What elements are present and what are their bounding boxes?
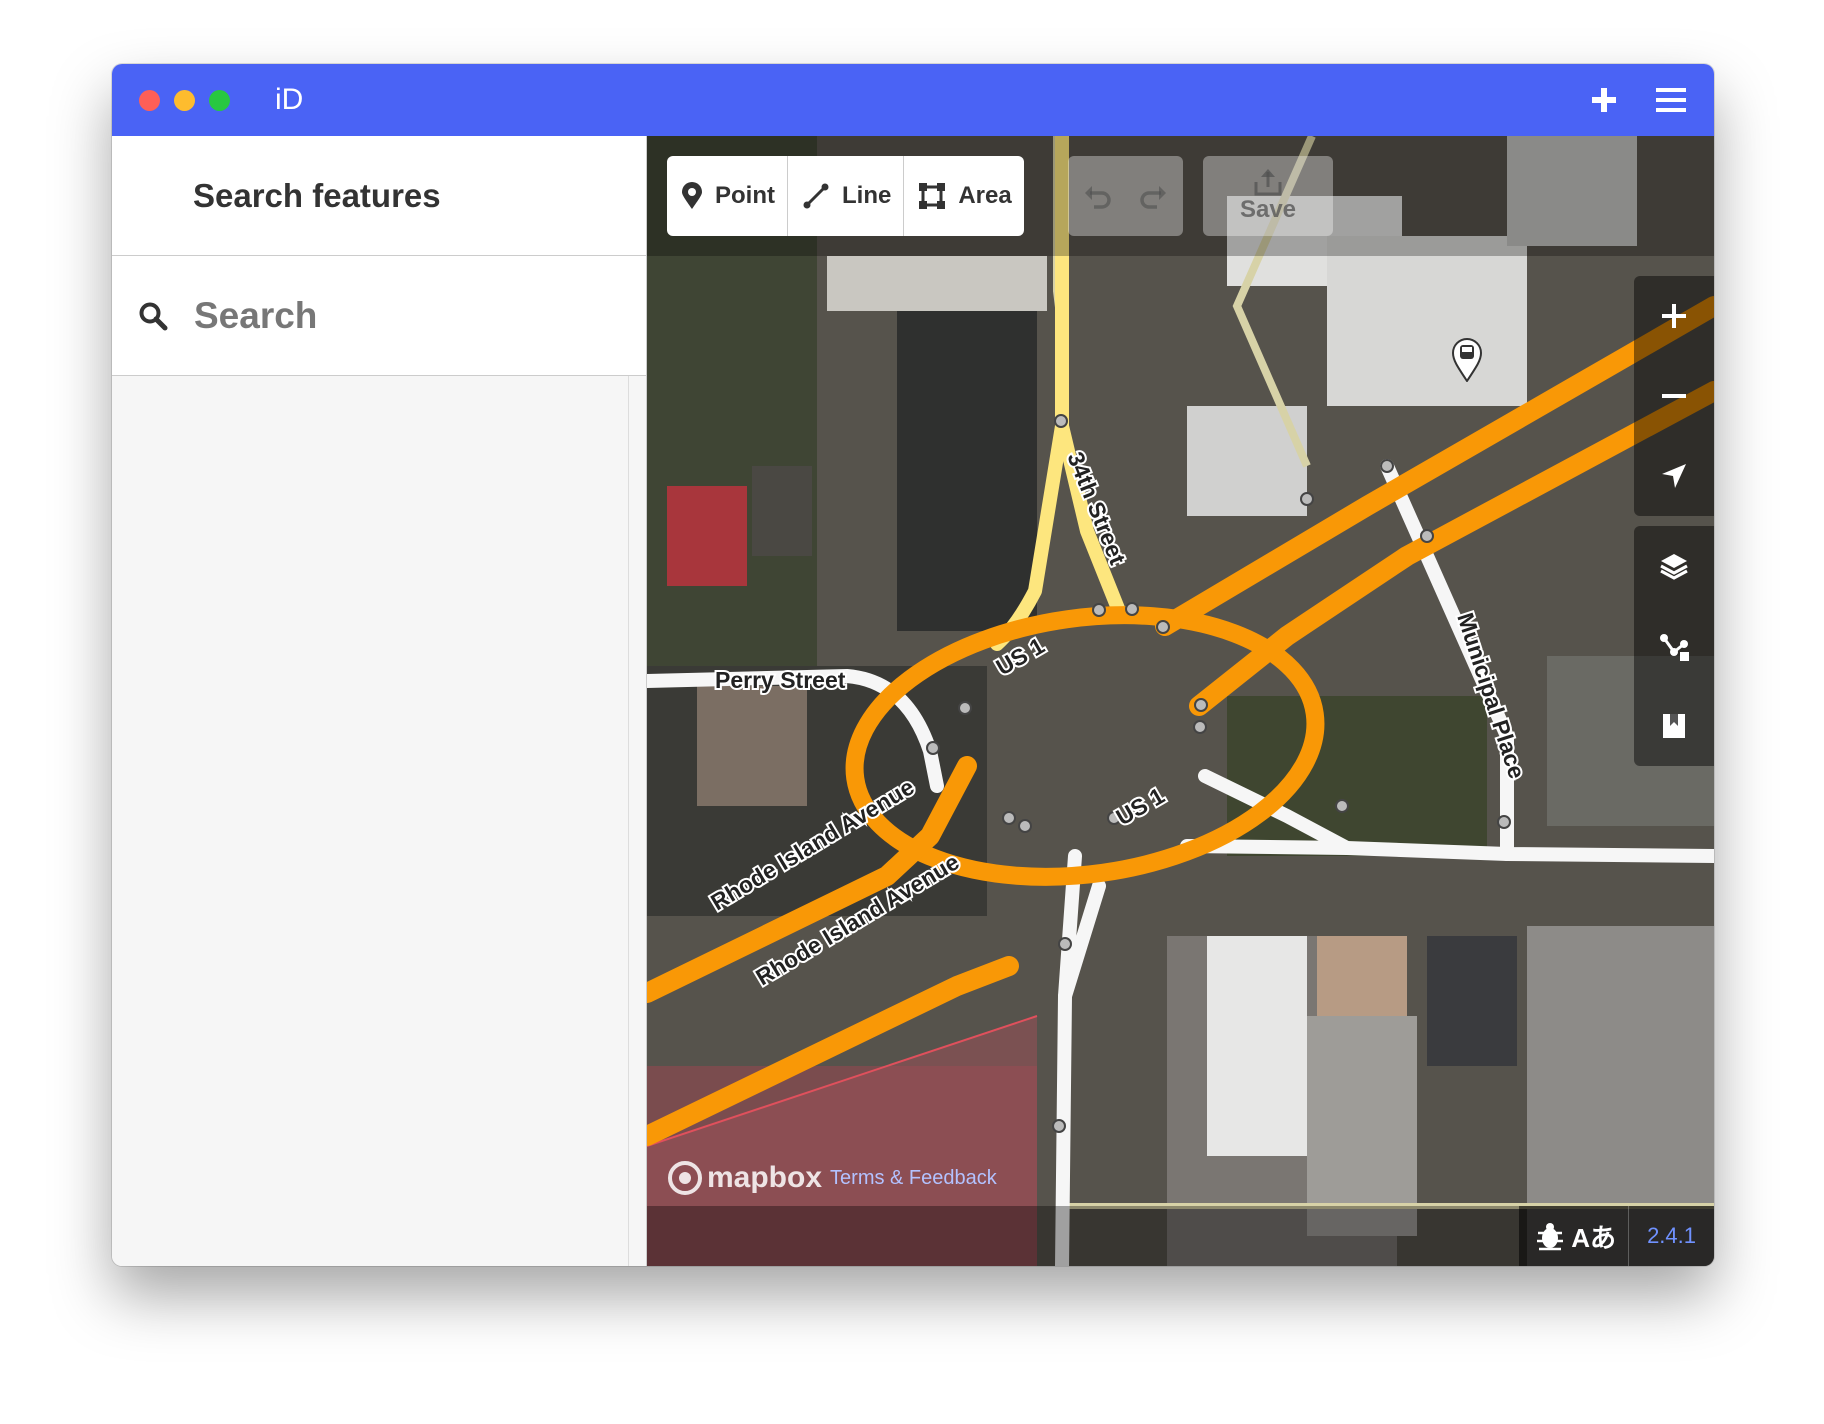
map-data-icon	[1660, 634, 1689, 661]
zoom-in-button[interactable]	[1634, 276, 1714, 356]
map-attribution: mapbox Terms & Feedback	[667, 1160, 997, 1196]
map-controls	[1634, 276, 1714, 776]
redo-icon[interactable]	[1139, 181, 1169, 211]
bug-icon	[1537, 1223, 1564, 1251]
zoom-controls	[1634, 276, 1714, 516]
line-label: Line	[842, 182, 892, 209]
upload-icon	[1254, 169, 1282, 196]
title-bar: iD	[112, 64, 1714, 136]
terms-feedback-link[interactable]: Terms & Feedback	[830, 1167, 997, 1190]
line-icon	[803, 183, 829, 209]
footer-info: Aあ 2.4.1	[1519, 1206, 1714, 1266]
title-actions	[1590, 64, 1686, 136]
search-icon	[139, 302, 168, 330]
feature-search	[112, 256, 646, 376]
close-window-button[interactable]	[139, 89, 160, 111]
map-view[interactable]: Perry Street 34th Street US 1 US 1 Rhode…	[647, 136, 1714, 1266]
mapbox-logo[interactable]: mapbox	[667, 1160, 822, 1196]
area-icon	[919, 183, 946, 209]
map-data-panel-button[interactable]	[1634, 606, 1714, 686]
aerial-map: Perry Street 34th Street US 1 US 1 Rhode…	[647, 136, 1714, 1266]
mapbox-wordmark: mapbox	[707, 1161, 823, 1194]
save-button[interactable]: Save	[1203, 156, 1333, 236]
version-number[interactable]: 2.4.1	[1629, 1223, 1714, 1249]
add-point-button[interactable]: Point	[667, 156, 788, 236]
bookmark-icon	[1663, 714, 1685, 738]
sidebar-header: Search features	[112, 136, 646, 256]
area-label: Area	[958, 182, 1012, 209]
zoom-window-button[interactable]	[209, 89, 230, 111]
mapbox-logo-icon	[668, 1161, 702, 1195]
window-controls	[139, 89, 230, 111]
search-input[interactable]	[194, 294, 594, 337]
bus-stop-marker[interactable]	[1451, 338, 1483, 382]
issues-panel-button[interactable]	[1634, 686, 1714, 766]
plus-icon	[1662, 304, 1686, 328]
minus-icon	[1662, 394, 1686, 398]
sidebar-title: Search features	[193, 176, 441, 214]
plus-icon[interactable]	[1590, 86, 1618, 114]
add-area-button[interactable]: Area	[904, 156, 1023, 236]
add-feature-modes: Point Line Area	[667, 156, 1024, 236]
location-arrow-icon	[1662, 464, 1686, 488]
zoom-out-button[interactable]	[1634, 356, 1714, 436]
app-window: iD Search features Search Perry Street 3…	[112, 64, 1714, 1266]
layers-icon	[1660, 554, 1688, 580]
point-label: Point	[715, 182, 775, 209]
undo-icon[interactable]	[1082, 181, 1112, 211]
language-label: Aあ	[1571, 1222, 1617, 1253]
geolocate-button[interactable]	[1634, 436, 1714, 516]
background-panel-button[interactable]	[1634, 526, 1714, 606]
hamburger-menu-icon[interactable]	[1656, 87, 1686, 113]
history-controls	[1068, 156, 1183, 236]
minimize-window-button[interactable]	[174, 89, 195, 111]
top-toolbar: Point Line Area Save	[647, 136, 1714, 256]
app-title: iD	[275, 83, 304, 116]
save-label: Save	[1239, 196, 1297, 223]
panel-controls	[1634, 526, 1714, 766]
sidebar: Search features	[112, 136, 647, 1266]
add-line-button[interactable]: Line	[788, 156, 905, 236]
footer-issues-button[interactable]: Aあ	[1519, 1206, 1630, 1266]
map-pin-icon	[682, 182, 702, 209]
label-perry-street: Perry Street	[715, 667, 846, 693]
sidebar-scrollbar[interactable]	[628, 376, 629, 1266]
